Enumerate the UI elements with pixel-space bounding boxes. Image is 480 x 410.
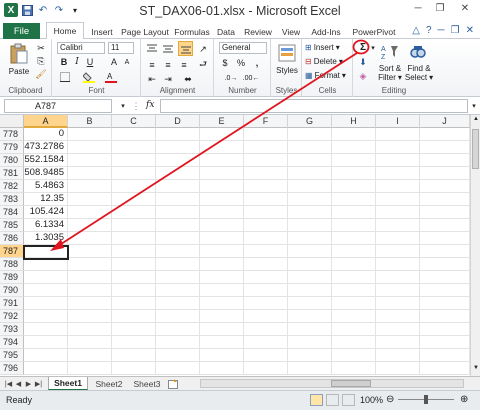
annotation-arrow-line — [57, 52, 358, 247]
zoom-in-icon[interactable]: ⊕ — [460, 394, 470, 405]
sheet-tab-sheet3[interactable]: Sheet3 — [128, 377, 166, 390]
next-sheet-icon[interactable]: ▶ — [24, 378, 33, 389]
sheet-tab-sheet2[interactable]: Sheet2 — [90, 377, 128, 390]
zoom-slider-thumb[interactable] — [424, 395, 428, 404]
horizontal-scroll-thumb[interactable] — [331, 380, 371, 387]
prev-sheet-icon[interactable]: ◀ — [14, 378, 23, 389]
sheet-tab-sheet1[interactable]: Sheet1 — [48, 377, 88, 390]
status-mode: Ready — [6, 395, 33, 405]
sheet-tab-bar: |◀ ◀ ▶ ▶| Sheet1 Sheet2 Sheet3 — [0, 376, 480, 390]
page-layout-view-icon[interactable] — [326, 394, 339, 406]
last-sheet-icon[interactable]: ▶| — [34, 378, 43, 389]
insert-sheet-icon[interactable] — [166, 377, 180, 390]
annotation-circle — [352, 39, 370, 55]
normal-view-icon[interactable] — [310, 394, 323, 406]
zoom-out-icon[interactable]: ⊖ — [386, 394, 396, 405]
first-sheet-icon[interactable]: |◀ — [4, 378, 13, 389]
page-break-view-icon[interactable] — [342, 394, 355, 406]
annotation-overlay — [50, 39, 370, 251]
horizontal-scrollbar[interactable] — [200, 379, 464, 388]
status-bar: Ready 100% ⊖ ⊕ — [0, 390, 480, 410]
zoom-level[interactable]: 100% — [360, 395, 383, 405]
annotation-arrow-head — [50, 239, 64, 251]
